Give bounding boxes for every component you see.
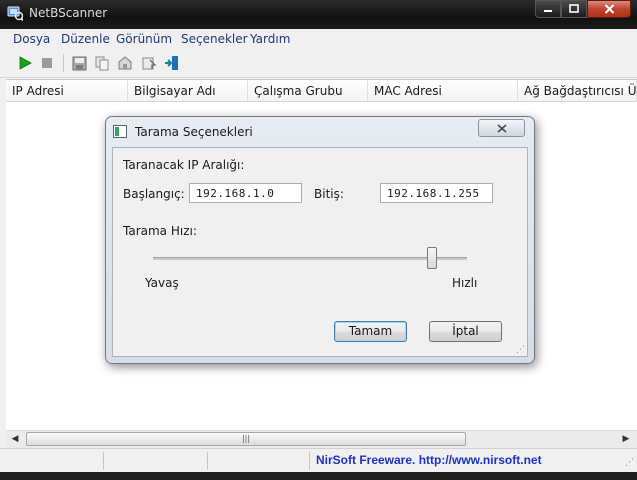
menu-edit[interactable]: Düzenle: [61, 32, 110, 46]
column-workgroup[interactable]: Çalışma Grubu: [248, 80, 368, 102]
menu-file[interactable]: Dosya: [13, 32, 50, 46]
menu-options[interactable]: Seçenekler: [181, 32, 248, 46]
status-divider: [103, 452, 104, 470]
dialog-window-icon: [113, 125, 127, 138]
scan-speed-slider-thumb[interactable]: [427, 247, 437, 269]
netbscanner-app-icon: [7, 6, 23, 21]
toolbar-separator: [63, 54, 64, 72]
status-divider: [207, 452, 208, 470]
nirsoft-link[interactable]: NirSoft Freeware. http://www.nirsoft.net: [316, 453, 542, 467]
end-ip-label: Bitiş:: [314, 187, 344, 201]
save-button[interactable]: [70, 54, 88, 72]
scan-speed-slider-track[interactable]: [153, 257, 467, 260]
dialog-title: Tarama Seçenekleri: [135, 125, 253, 139]
refresh-icon: [142, 57, 157, 70]
properties-button[interactable]: [116, 54, 134, 72]
scroll-right-arrow-icon[interactable]: ▶: [620, 433, 632, 445]
column-adapter-manufacturer[interactable]: Ağ Bağdaştırıcısı Üre: [518, 80, 637, 102]
maximize-icon: [569, 4, 579, 13]
refresh-button[interactable]: [140, 54, 158, 72]
start-ip-label: Başlangıç:: [123, 187, 185, 201]
start-scan-button[interactable]: [16, 54, 34, 72]
horizontal-scrollbar[interactable]: ◀ ||| ▶: [6, 430, 637, 448]
window-title: NetBScanner: [29, 6, 108, 20]
resize-grip-icon[interactable]: ⋰: [625, 458, 634, 468]
start-ip-field[interactable]: 192.168.1.0: [189, 183, 302, 203]
main-window: NetBScanner Dosya Düzenle Görünüm Seçene…: [0, 0, 637, 480]
horizontal-scroll-thumb[interactable]: |||: [26, 432, 466, 446]
dialog-content: Taranacak IP Aralığı: Başlangıç: 192.168…: [112, 147, 528, 357]
play-icon: [19, 56, 32, 70]
exit-icon: [165, 56, 178, 70]
fast-label: Hızlı: [452, 276, 478, 290]
status-divider: [309, 452, 310, 470]
copy-icon: [95, 56, 108, 70]
minimize-icon: [544, 10, 552, 12]
maximize-button[interactable]: [561, 0, 587, 18]
column-mac-address[interactable]: MAC Adresi: [368, 80, 518, 102]
menu-help[interactable]: Yardım: [250, 32, 290, 46]
ok-button[interactable]: Tamam: [334, 321, 407, 342]
menu-bar: Dosya Düzenle Görünüm Seçenekler Yardım: [0, 29, 637, 49]
column-computer-name[interactable]: Bilgisayar Adı: [128, 80, 248, 102]
scan-speed-label: Tarama Hızı:: [123, 224, 197, 238]
cancel-button[interactable]: İptal: [429, 321, 502, 342]
copy-button[interactable]: [93, 54, 111, 72]
exit-button[interactable]: [163, 54, 181, 72]
properties-icon: [118, 56, 132, 70]
window-bottom-border: [0, 472, 637, 480]
scroll-left-arrow-icon[interactable]: ◀: [9, 433, 21, 445]
end-ip-field[interactable]: 192.168.1.255: [380, 183, 493, 203]
scan-options-dialog: Tarama Seçenekleri Taranacak IP Aralığı:…: [105, 116, 535, 364]
dialog-resize-grip-icon[interactable]: ⋰: [516, 345, 525, 355]
status-bar: NirSoft Freeware. http://www.nirsoft.net…: [0, 448, 637, 473]
slow-label: Yavaş: [145, 276, 179, 290]
stop-icon: [42, 58, 52, 68]
dialog-close-button[interactable]: [478, 119, 525, 137]
save-icon: [72, 56, 86, 70]
close-button[interactable]: [587, 0, 631, 18]
menu-view[interactable]: Görünüm: [116, 32, 172, 46]
toolbar: [0, 49, 637, 78]
close-icon: [604, 4, 614, 14]
close-icon: [497, 123, 506, 133]
ip-range-label: Taranacak IP Aralığı:: [123, 158, 245, 172]
stop-scan-button[interactable]: [38, 54, 56, 72]
column-ip-address[interactable]: IP Adresi: [6, 80, 128, 102]
window-controls: [535, 0, 631, 19]
minimize-button[interactable]: [535, 0, 561, 18]
title-bar[interactable]: NetBScanner: [0, 0, 637, 29]
